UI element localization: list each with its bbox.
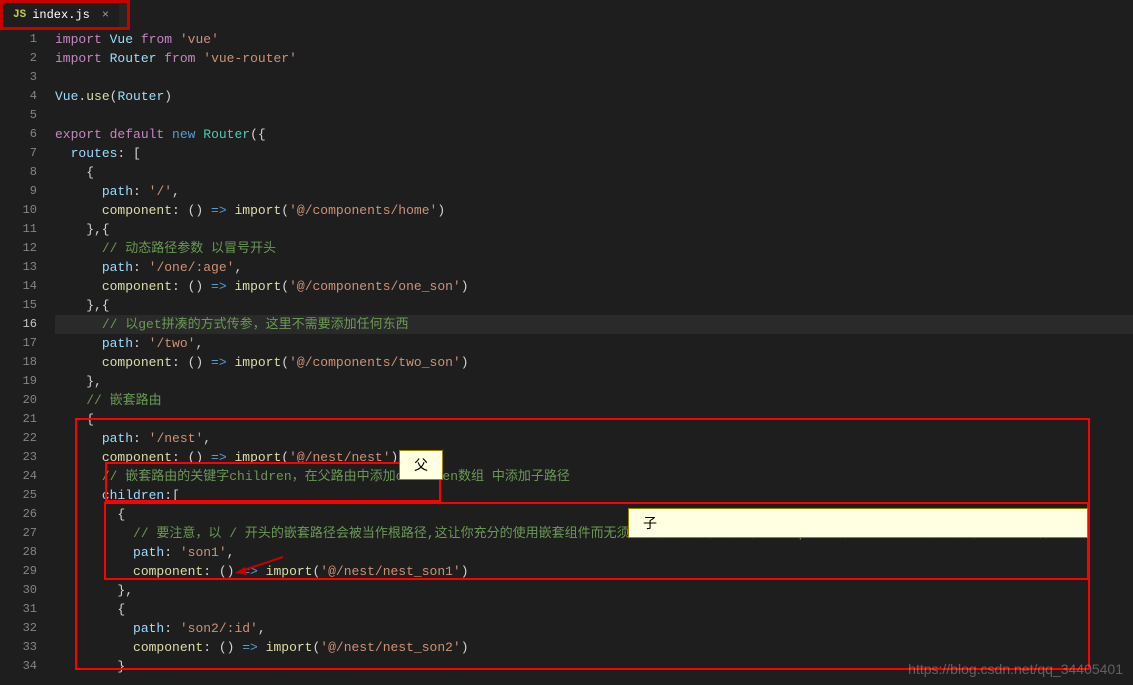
- code-line: children:[: [55, 486, 1133, 505]
- code-line: path: 'son2/:id',: [55, 619, 1133, 638]
- code-line: path: '/two',: [55, 334, 1133, 353]
- js-file-icon: JS: [13, 9, 26, 21]
- code-line: // 嵌套路由的关键字children，在父路由中添加children数组 中添…: [55, 467, 1133, 486]
- tab-filename: index.js: [32, 8, 90, 22]
- annotation-label-child: 子: [628, 508, 1088, 538]
- code-line: },: [55, 581, 1133, 600]
- code-line: },: [55, 372, 1133, 391]
- code-line: // 以get拼凑的方式传参，这里不需要添加任何东西: [55, 315, 1133, 334]
- code-line: {: [55, 163, 1133, 182]
- code-line: component: () => import('@/nest/nest_son…: [55, 638, 1133, 657]
- code-line: component: () => import('@/nest/nest_son…: [55, 562, 1133, 581]
- code-line: component: () => import('@/components/tw…: [55, 353, 1133, 372]
- code-line: path: '/',: [55, 182, 1133, 201]
- code-line: [55, 68, 1133, 87]
- file-tab[interactable]: JS index.js ×: [3, 3, 119, 27]
- code-line: // 嵌套路由: [55, 391, 1133, 410]
- code-line: component: () => import('@/nest/nest'),: [55, 448, 1133, 467]
- code-editor[interactable]: 1234567891011121314151617181920212223242…: [0, 30, 1133, 685]
- code-line: path: '/nest',: [55, 429, 1133, 448]
- annotation-label-parent: 父: [399, 450, 443, 480]
- code-area[interactable]: import Vue from 'vue' import Router from…: [55, 30, 1133, 685]
- code-line: path: '/one/:age',: [55, 258, 1133, 277]
- code-line: Vue.use(Router): [55, 87, 1133, 106]
- code-line: routes: [: [55, 144, 1133, 163]
- code-line: path: 'son1',: [55, 543, 1133, 562]
- line-gutter: 1234567891011121314151617181920212223242…: [0, 30, 55, 685]
- code-line: import Vue from 'vue': [55, 30, 1133, 49]
- code-line: {: [55, 410, 1133, 429]
- close-icon[interactable]: ×: [102, 8, 109, 22]
- code-line: {: [55, 600, 1133, 619]
- tab-bar: JS index.js ×: [0, 0, 130, 30]
- code-line: export default new Router({: [55, 125, 1133, 144]
- code-line: },{: [55, 296, 1133, 315]
- code-line: import Router from 'vue-router': [55, 49, 1133, 68]
- watermark-text: https://blog.csdn.net/qq_34405401: [908, 661, 1123, 677]
- code-line: [55, 106, 1133, 125]
- code-line: component: () => import('@/components/ho…: [55, 201, 1133, 220]
- code-line: },{: [55, 220, 1133, 239]
- code-line: component: () => import('@/components/on…: [55, 277, 1133, 296]
- code-line: // 动态路径参数 以冒号开头: [55, 239, 1133, 258]
